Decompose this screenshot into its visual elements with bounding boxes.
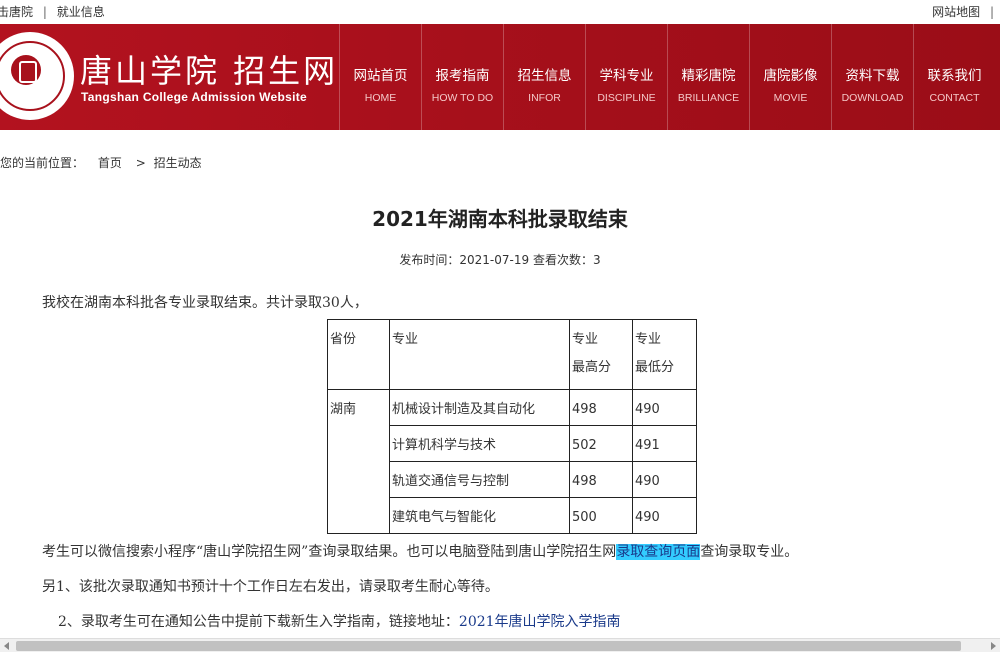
nav-item-download[interactable]: 资料下载 DOWNLOAD (831, 24, 913, 130)
nav-item-info[interactable]: 招生信息 INFOR (503, 24, 585, 130)
cell-province: 湖南 (327, 389, 390, 534)
top-separator: | (42, 5, 47, 19)
guide-text-before: 2、录取考生可在通知公告中提前下载新生入学指南，链接地址： (58, 614, 459, 630)
cell-max: 498 (569, 389, 633, 426)
header-min-line2: 最低分 (635, 360, 675, 375)
nav-item-brilliance[interactable]: 精彩唐院 BRILLIANCE (667, 24, 749, 130)
nav-label-en: HOME (364, 92, 397, 104)
scroll-left-arrow-icon[interactable] (4, 642, 9, 650)
nav-label-en: BRILLIANCE (677, 92, 740, 104)
nav-label-cn: 资料下载 (845, 68, 900, 84)
article-paragraph-notice: 另1、该批次录取通知书预计十个工作日左右发出，请录取考生耐心等待。 (42, 579, 499, 595)
cell-min: 490 (632, 389, 697, 426)
top-left-links: 击唐院 | 就业信息 (0, 3, 105, 20)
top-link-tangyuan[interactable]: 击唐院 (0, 5, 33, 19)
admission-query-page-link[interactable]: 录取查询页面 (616, 544, 701, 560)
article-meta: 发布时间：2021-07-19 查看次数：3 (399, 253, 601, 267)
nav-label-cn: 精彩唐院 (681, 68, 736, 84)
header-province: 省份 (327, 319, 390, 390)
cell-major: 计算机科学与技术 (389, 425, 570, 462)
cell-min: 490 (632, 497, 697, 534)
cell-min: 491 (632, 425, 697, 462)
cell-major: 轨道交通信号与控制 (389, 461, 570, 498)
table-row: 湖南 机械设计制造及其自动化 498 490 (327, 389, 697, 534)
scroll-right-arrow-icon[interactable] (991, 642, 996, 650)
article-title: 2021年湖南本科批录取结束 (372, 207, 628, 231)
top-separator-right: | (989, 5, 994, 19)
top-link-sitemap[interactable]: 网站地图 (932, 5, 980, 19)
breadcrumb-arrow: > (135, 156, 146, 170)
table-header-row: 省份 专业 专业 最高分 专业 最低分 (327, 319, 697, 390)
site-header: 唐山学院 招生网 Tangshan College Admission Webs… (0, 24, 1000, 130)
cell-major: 建筑电气与智能化 (389, 497, 570, 534)
cell-max: 498 (569, 461, 633, 498)
nav-item-home[interactable]: 网站首页 HOME (339, 24, 421, 130)
seal-emblem-icon (11, 55, 41, 85)
breadcrumb-home-link[interactable]: 首页 (98, 156, 122, 170)
nav-label-cn: 招生信息 (517, 68, 572, 84)
top-right-links: 网站地图 | (932, 3, 1000, 20)
cell-major: 机械设计制造及其自动化 (389, 389, 570, 426)
header-min-line1: 专业 (635, 332, 662, 347)
nav-item-guide[interactable]: 报考指南 HOW TO DO (421, 24, 503, 130)
enrollment-guide-link[interactable]: 2021年唐山学院入学指南 (459, 614, 621, 630)
breadcrumb-current-link[interactable]: 招生动态 (154, 156, 202, 170)
nav-item-discipline[interactable]: 学科专业 DISCIPLINE (585, 24, 667, 130)
nav-label-cn: 网站首页 (353, 68, 408, 84)
nav-label-cn: 唐院影像 (763, 68, 818, 84)
scrollbar-thumb[interactable] (16, 641, 961, 651)
nav-label-cn: 报考指南 (435, 68, 490, 84)
header-max-line2: 最高分 (572, 360, 612, 375)
main-nav: 网站首页 HOME 报考指南 HOW TO DO 招生信息 INFOR 学科专业… (339, 24, 995, 130)
article-paragraph-guide: 2、录取考生可在通知公告中提前下载新生入学指南，链接地址：2021年唐山学院入学… (58, 611, 621, 631)
header-max-line1: 专业 (572, 332, 599, 347)
nav-label-en: HOW TO DO (431, 92, 494, 104)
cell-min: 490 (632, 461, 697, 498)
nav-label-cn: 学科专业 (599, 68, 654, 84)
nav-item-contact[interactable]: 联系我们 CONTACT (913, 24, 995, 130)
article-paragraph-query: 考生可以微信搜索小程序“唐山学院招生网”查询录取结果。也可以电脑登陆到唐山学院招… (42, 541, 798, 561)
header-major: 专业 (389, 319, 570, 390)
admission-score-table: 省份 专业 专业 最高分 专业 最低分 湖南 机械设计制造及其自动化 498 490… (327, 319, 697, 534)
header-max-score: 专业 最高分 (569, 319, 633, 390)
nav-label-en: DISCIPLINE (597, 92, 656, 104)
top-utility-bar: 击唐院 | 就业信息 网站地图 | (0, 0, 1000, 22)
cell-max: 502 (569, 425, 633, 462)
nav-label-en: INFOR (528, 92, 561, 104)
nav-label-en: MOVIE (773, 92, 808, 104)
breadcrumb-label: 您的当前位置： (0, 156, 85, 170)
query-text-before: 考生可以微信搜索小程序“唐山学院招生网”查询录取结果。也可以电脑登陆到唐山学院招… (42, 544, 617, 560)
nav-label-en: CONTACT (929, 92, 980, 104)
cell-max: 500 (569, 497, 633, 534)
nav-label-cn: 联系我们 (927, 68, 982, 84)
horizontal-scrollbar[interactable] (0, 638, 1000, 652)
nav-label-en: DOWNLOAD (841, 92, 904, 104)
breadcrumb: 您的当前位置： 首页 > 招生动态 (0, 154, 202, 171)
article-intro: 我校在湖南本科批各专业录取结束。共计录取30人， (42, 295, 368, 311)
query-text-after: 查询录取专业。 (700, 544, 799, 560)
top-link-employment[interactable]: 就业信息 (57, 5, 105, 19)
site-subtitle: Tangshan College Admission Website (81, 90, 308, 104)
site-title[interactable]: 唐山学院 招生网 (80, 46, 338, 92)
header-min-score: 专业 最低分 (632, 319, 697, 390)
nav-item-movie[interactable]: 唐院影像 MOVIE (749, 24, 831, 130)
